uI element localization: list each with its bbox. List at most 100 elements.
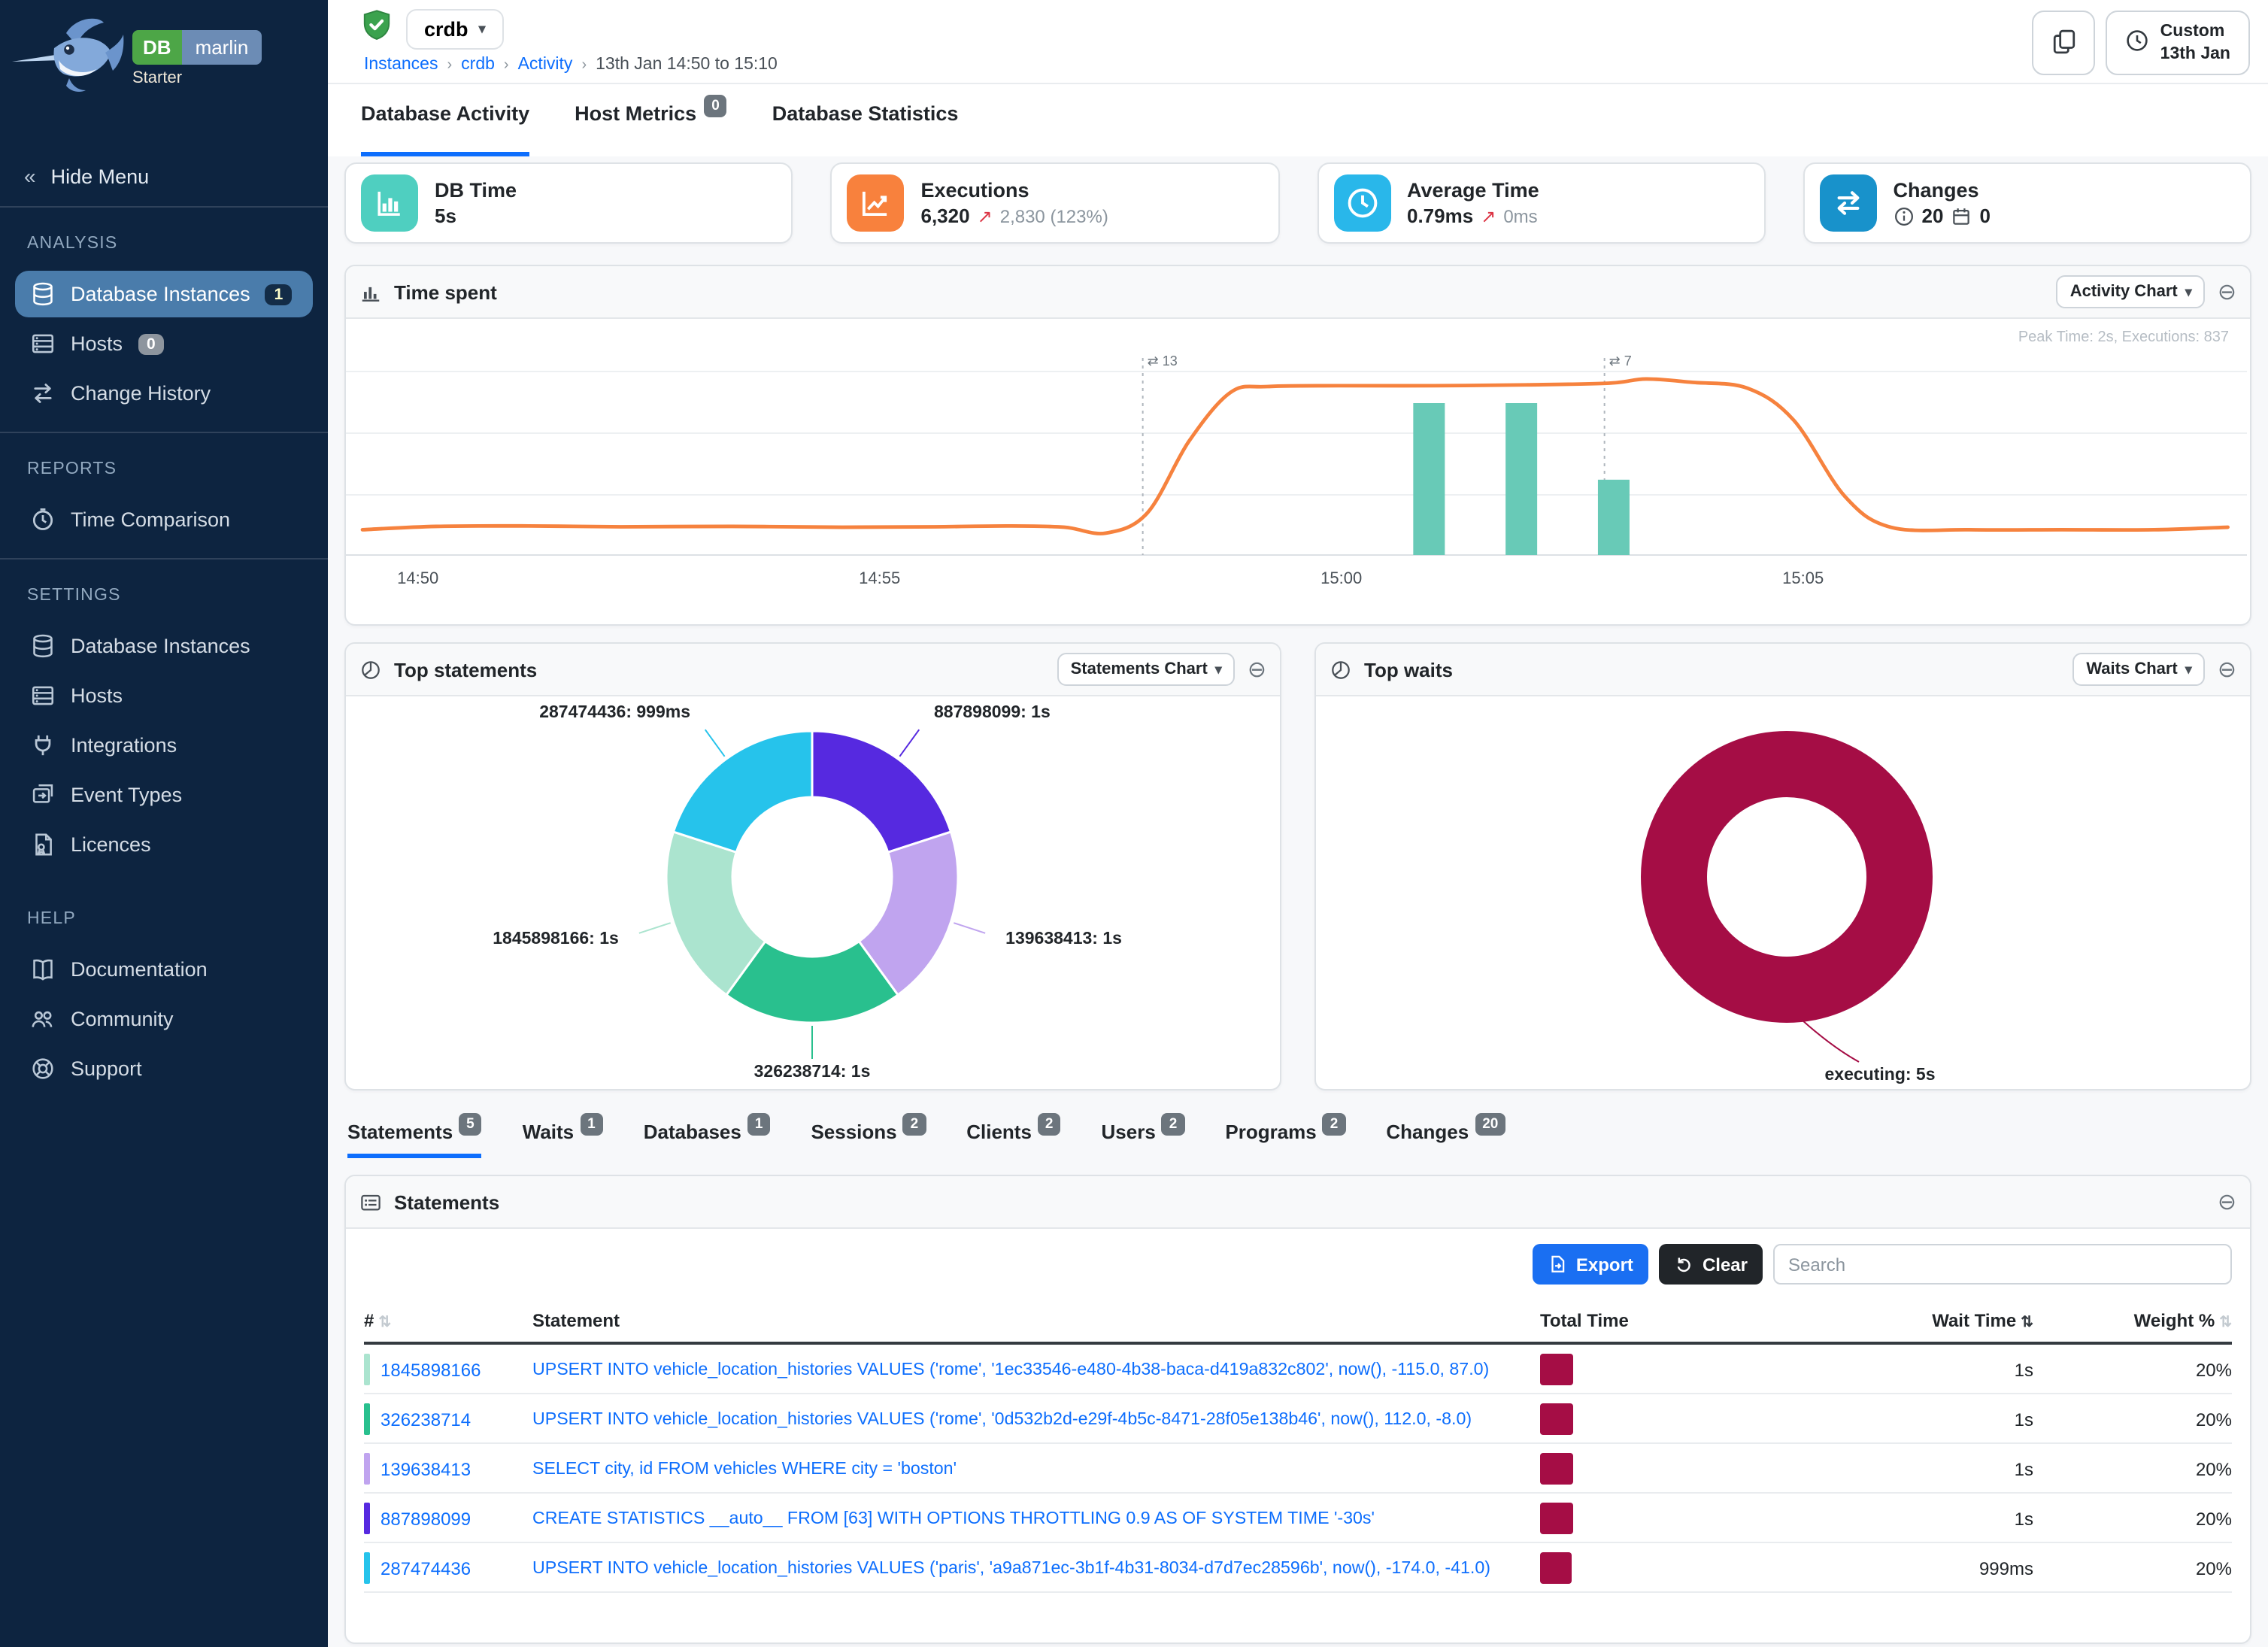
sidebar-item-hosts[interactable]: Hosts0 — [15, 320, 313, 367]
time-spent-chart[interactable]: Peak Time: 2s, Executions: 83714:5014:55… — [346, 319, 2250, 624]
sidebar-item-support[interactable]: Support — [15, 1045, 313, 1092]
tab-sessions[interactable]: Sessions2 — [811, 1121, 926, 1158]
tab-host-metrics[interactable]: Host Metrics0 — [575, 102, 727, 156]
statement-id-link[interactable]: 1845898166 — [381, 1359, 481, 1380]
sidebar-item-time-comparison[interactable]: Time Comparison — [15, 496, 313, 543]
sort-icon: ⇅ — [2021, 1315, 2033, 1331]
sidebar-item-label: Database Instances — [71, 635, 250, 657]
collapse-icon[interactable]: ⊖ — [2218, 658, 2236, 681]
tab-users[interactable]: Users2 — [1102, 1121, 1185, 1158]
col-wait-time[interactable]: Wait Time⇅ — [1684, 1310, 2033, 1331]
sidebar: DB marlin Starter « Hide Menu ANALYSISDa… — [0, 0, 328, 1647]
tab-label: Changes — [1386, 1121, 1469, 1143]
breadcrumb: Instances›crdb›Activity›13th Jan 14:50 t… — [364, 56, 2247, 74]
tier-label: Starter — [132, 69, 262, 87]
statement-id-link[interactable]: 139638413 — [381, 1458, 471, 1479]
weight-value: 20% — [2033, 1508, 2232, 1529]
book-icon — [30, 957, 56, 982]
svg-text:15:05: 15:05 — [1782, 569, 1824, 587]
sidebar-item-label: Community — [71, 1008, 174, 1030]
breadcrumb-item[interactable]: crdb — [461, 56, 495, 74]
svg-text:15:00: 15:00 — [1320, 569, 1362, 587]
breadcrumb-item[interactable]: Instances — [364, 56, 438, 74]
sidebar-item-community[interactable]: Community — [15, 996, 313, 1042]
statement-id-link[interactable]: 287474436 — [381, 1558, 471, 1579]
search-input[interactable] — [1773, 1244, 2232, 1285]
kpi-value: 0.79ms — [1407, 205, 1473, 227]
up-arrow-icon: ↗ — [978, 205, 993, 226]
clock-icon — [1333, 174, 1390, 232]
tab-label: Statements — [347, 1121, 453, 1143]
tab-programs[interactable]: Programs2 — [1225, 1121, 1345, 1158]
collapse-icon[interactable]: ⊖ — [2218, 281, 2236, 303]
caret-down-icon: ▾ — [1215, 661, 1222, 678]
svg-text:139638413: 1s: 139638413: 1s — [1005, 928, 1122, 948]
col-id[interactable]: #⇅ — [364, 1310, 532, 1331]
tab-changes[interactable]: Changes20 — [1386, 1121, 1505, 1158]
hide-menu-button[interactable]: « Hide Menu — [0, 146, 328, 208]
main-area: crdb ▾ Instances›crdb›Activity›13th Jan … — [328, 0, 2268, 1647]
statements-chart-dropdown[interactable]: Statements Chart ▾ — [1057, 653, 1236, 686]
sidebar-item-database-instances[interactable]: Database Instances — [15, 623, 313, 669]
hosts-icon — [30, 683, 56, 708]
activity-chart-dropdown[interactable]: Activity Chart ▾ — [2057, 275, 2206, 308]
breadcrumb-item[interactable]: Activity — [518, 56, 573, 74]
weight-value: 20% — [2033, 1558, 2232, 1579]
time-range-button[interactable]: Custom 13th Jan — [2106, 11, 2250, 75]
swap-icon — [30, 381, 56, 406]
main-tabs: Database Activity Host Metrics0 Database S… — [328, 84, 2268, 156]
kpi-changes: Changes 20 0 — [1803, 162, 2252, 244]
waits-chart-dropdown[interactable]: Waits Chart ▾ — [2072, 653, 2206, 686]
sidebar-nav: ANALYSISDatabase Instances1Hosts0Change … — [0, 208, 328, 1107]
statement-link[interactable]: CREATE STATISTICS __auto__ FROM [63] WIT… — [532, 1509, 1540, 1528]
clear-button[interactable]: Clear — [1659, 1244, 1763, 1285]
sidebar-item-hosts[interactable]: Hosts — [15, 672, 313, 719]
col-weight[interactable]: Weight %⇅ — [2033, 1310, 2232, 1331]
tab-waits[interactable]: Waits1 — [523, 1121, 603, 1158]
kpi-title: Average Time — [1407, 179, 1539, 202]
tab-database-statistics[interactable]: Database Statistics — [772, 102, 959, 156]
sidebar-section-help: HELPDocumentationCommunitySupport — [0, 883, 328, 1107]
sidebar-item-label: Support — [71, 1057, 142, 1080]
sidebar-item-label: Time Comparison — [71, 508, 230, 531]
svg-text:14:50: 14:50 — [397, 569, 438, 587]
sidebar-item-documentation[interactable]: Documentation — [15, 946, 313, 993]
statement-link[interactable]: UPSERT INTO vehicle_location_histories V… — [532, 1360, 1540, 1379]
instance-name: crdb — [424, 18, 468, 41]
top-statements-chart[interactable]: 887898099: 1s139638413: 1s326238714: 1s1… — [346, 696, 1280, 1089]
statement-link[interactable]: UPSERT INTO vehicle_location_histories V… — [532, 1558, 1540, 1578]
sidebar-item-licences[interactable]: Licences — [15, 821, 313, 868]
svg-text:executing: 5s: executing: 5s — [1825, 1064, 1936, 1084]
collapse-icon[interactable]: ⊖ — [1248, 658, 1266, 681]
sidebar-item-event-types[interactable]: Event Types — [15, 772, 313, 818]
tab-database-activity[interactable]: Database Activity — [361, 102, 529, 156]
collapse-icon[interactable]: ⊖ — [2218, 1191, 2236, 1213]
sidebar-item-label: Licences — [71, 833, 151, 856]
kpi-title: Changes — [1894, 179, 1991, 202]
sidebar-item-change-history[interactable]: Change History — [15, 370, 313, 417]
statement-id-link[interactable]: 326238714 — [381, 1409, 471, 1430]
sidebar-item-integrations[interactable]: Integrations — [15, 722, 313, 769]
copy-link-button[interactable] — [2033, 11, 2096, 75]
tab-count-badge: 2 — [903, 1113, 926, 1136]
shield-check-icon — [361, 9, 393, 50]
statement-link[interactable]: UPSERT INTO vehicle_location_histories V… — [532, 1409, 1540, 1429]
chart-btn-label: Activity Chart — [2070, 283, 2178, 301]
kpi-delta: 2,830 (123%) — [1000, 205, 1108, 226]
col-statement[interactable]: Statement — [532, 1310, 1540, 1331]
statement-link[interactable]: SELECT city, id FROM vehicles WHERE city… — [532, 1459, 1540, 1479]
sidebar-item-database-instances[interactable]: Database Instances1 — [15, 271, 313, 317]
support-icon — [30, 1056, 56, 1081]
table-body: 1845898166 UPSERT INTO vehicle_location_h… — [364, 1345, 2232, 1593]
tab-statements[interactable]: Statements5 — [347, 1121, 482, 1158]
wait-time-value: 999ms — [1684, 1558, 2033, 1579]
tab-databases[interactable]: Databases1 — [644, 1121, 771, 1158]
col-total-time[interactable]: Total Time — [1540, 1310, 1684, 1331]
tab-count-badge: 2 — [1162, 1113, 1185, 1136]
statement-id-link[interactable]: 887898099 — [381, 1508, 471, 1529]
export-button[interactable]: Export — [1533, 1244, 1648, 1285]
tab-clients[interactable]: Clients2 — [966, 1121, 1060, 1158]
top-waits-chart[interactable]: executing: 5s — [1316, 696, 2250, 1089]
sidebar-item-label: Hosts — [71, 684, 123, 707]
instance-selector[interactable]: crdb ▾ — [406, 9, 504, 50]
